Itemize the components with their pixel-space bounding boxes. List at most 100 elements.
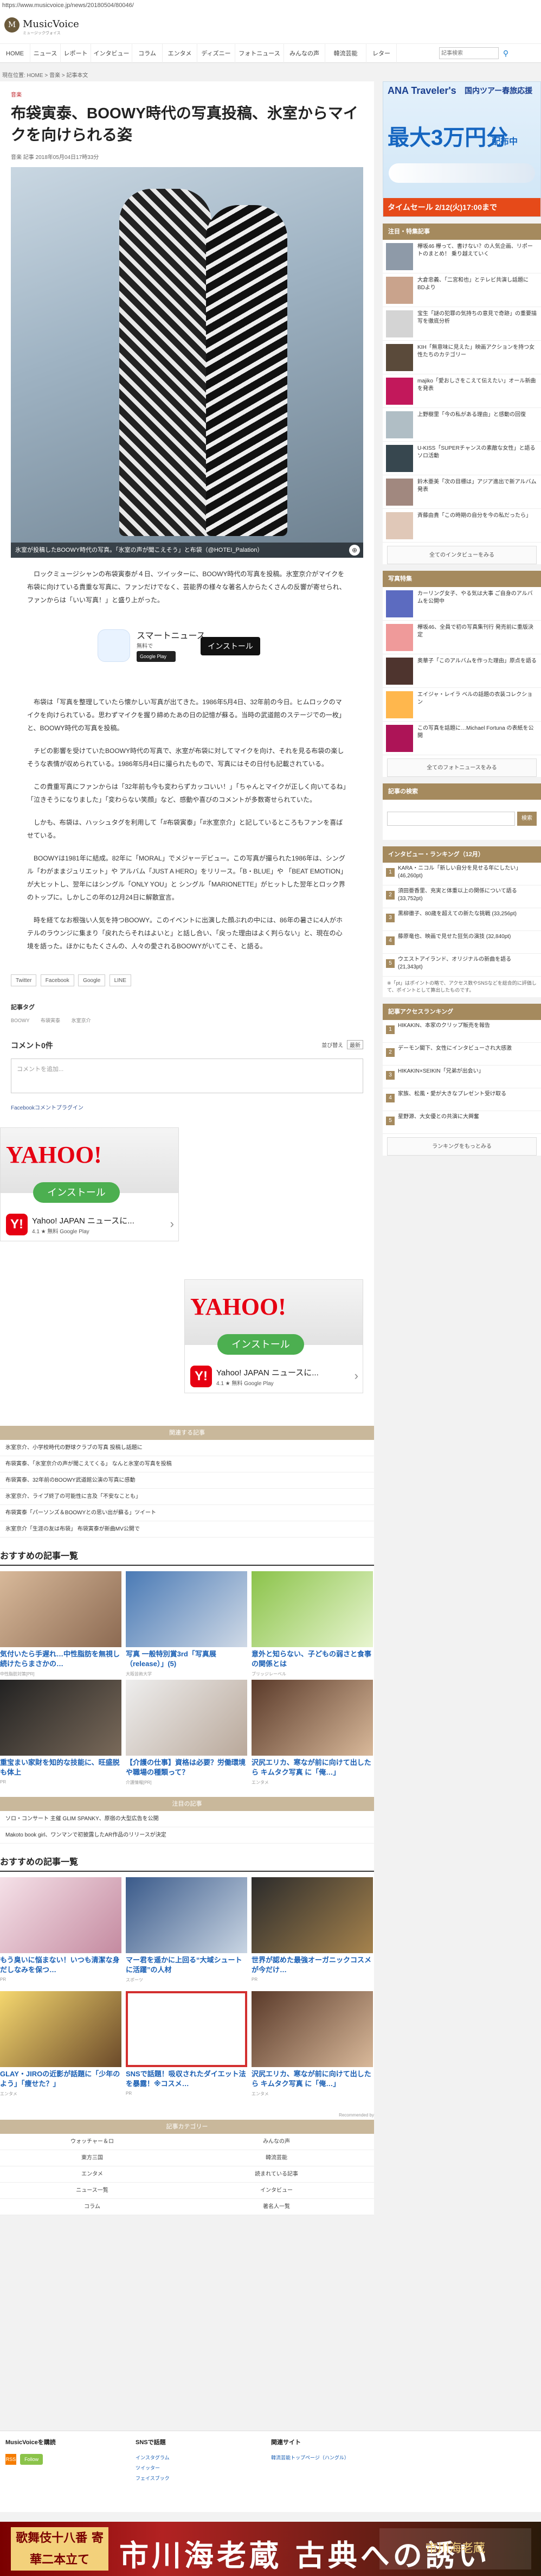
comment-input[interactable]: コメントを追加... (11, 1059, 363, 1093)
more-interviews-button[interactable]: 全てのインタビューをみる (387, 546, 537, 564)
footer-link[interactable]: 韓流芸能 (184, 2150, 369, 2166)
hero-photo[interactable]: 氷室が投稿したBOOWY時代の写真。「氷室の声が聞こえそう」と布袋（@HOTEI… (11, 167, 363, 558)
rss-icon[interactable]: RSS (5, 2454, 16, 2465)
ranking-item[interactable]: 1 KARA・ニコル「新しい自分を見せる年にしたい」 (46,260pt) (383, 863, 541, 885)
ranking-item[interactable]: 4 藤原竜也、映画で見せた狂気の演技 (32,840pt) (383, 931, 541, 954)
attention-item[interactable]: 鈴木亜美「次の目標は」アジア進出で新アルバム発表 (383, 475, 541, 509)
nav-voices[interactable]: みんなの声 (284, 44, 325, 63)
nav-korea[interactable]: 韓流芸能 (325, 44, 366, 63)
ana-banner-ad[interactable]: ANA Traveler's 国内ツアー春旅応援 最大3万円分 配布中 タイムセ… (383, 81, 541, 217)
recommend-card[interactable]: 写真 一般特別賞3rd「写真展（release）」(5) 大阪芸術大学 (126, 1571, 247, 1677)
search-input[interactable] (439, 47, 499, 59)
footer-link[interactable]: コラム (0, 2199, 184, 2215)
more-photos-button[interactable]: 全てのフォトニュースをみる (387, 758, 537, 777)
mid-link[interactable]: Makoto book girl、ワンマンで初披露したAR作品のリリースが決定 (0, 1827, 374, 1844)
footer-link[interactable]: ウォッチャー＆ロ (0, 2134, 184, 2150)
footer-link[interactable]: ツイッター (136, 2464, 170, 2471)
ranking-item[interactable]: 4 家族、松風・愛が大きなプレゼント受け取る (383, 1088, 541, 1111)
facebook-comment-plugin[interactable]: Facebookコメントプラグイン (11, 1103, 363, 1111)
photo-item[interactable]: 奥華子「このアルバムを作った理由」原点を語る (383, 654, 541, 688)
related-link[interactable]: 布袋寅泰「パーソンズ＆BOOWYとの思い出が蘇る」ツイート (0, 1505, 374, 1521)
share-facebook-button[interactable]: Facebook (40, 974, 74, 986)
footer-link[interactable]: インタビュー (184, 2183, 369, 2199)
site-logo[interactable]: M MusicVoice ミュージックヴォイス (4, 15, 79, 39)
attention-item[interactable]: 欅坂46 欅って、書けない？の人気企画、リポートのまとめ！ 乗り越えていく (383, 240, 541, 273)
recommend-card[interactable]: 重宝まい家財を知的な技能に、旺盛脱も体上 PR (0, 1680, 121, 1784)
category-label[interactable]: 音楽 (11, 90, 22, 98)
ad-install-button[interactable]: インストール (33, 1182, 120, 1203)
attention-item[interactable]: U-KISS「SUPERチャンスの素敵な女性」と語るソロ活動 (383, 442, 541, 475)
footer-link[interactable]: 著名人一覧 (184, 2199, 369, 2215)
footer-link[interactable]: インスタグラム (136, 2454, 170, 2461)
recommend-card[interactable]: もう臭いに悩まない！いつも清潔な身だしなみを保つ… PR (0, 1877, 121, 1982)
smartnews-ad[interactable]: スマートニュース 無料で Google Play インストール (98, 626, 276, 686)
ranking-item[interactable]: 5 ウエストアイランド、オリジナルの新曲を語る (21,343pt) (383, 954, 541, 977)
recommend-card[interactable]: 【介護の仕事】資格は必要？労働環境や職場の種類って？ 介護情報[PR] (126, 1680, 247, 1786)
nav-photonews[interactable]: フォトニュース (235, 44, 284, 63)
footer-link[interactable]: ニュース一覧 (0, 2183, 184, 2199)
ranking-item[interactable]: 2 デーモン閣下、女性にインタビューされ大感激 (383, 1043, 541, 1066)
kabuki-banner-ad[interactable]: 歌舞伎十八番 寄華二本立て 市川海老蔵 古典への誘い 市川海老蔵 (0, 2522, 541, 2576)
footer-link[interactable]: フェイスブック (136, 2475, 170, 2482)
footer-link[interactable]: エンタメ (0, 2166, 184, 2183)
ranking-item[interactable]: 2 須田亜香里、充実と体重以上の関係について語る (33,752pt) (383, 885, 541, 908)
ad-install-button[interactable]: インストール (217, 1334, 304, 1355)
sidebar-search-button[interactable]: 検索 (517, 812, 537, 826)
sort-select[interactable]: 最新 (347, 1040, 363, 1049)
sidebar-search-input[interactable] (387, 812, 515, 826)
attention-item[interactable]: 宝生「謎の犯罪の気持ちの意見で奇跡」の重要描写を徹底分析 (383, 307, 541, 341)
chevron-right-icon[interactable]: › (170, 1217, 174, 1231)
tag-link[interactable]: 布袋寅泰 (41, 1018, 60, 1023)
photo-item[interactable]: この写真を話題に…Michael Fortuna の表紙を公開 (383, 722, 541, 755)
google-play-badge[interactable]: Google Play (137, 651, 176, 662)
nav-report[interactable]: レポート (61, 44, 91, 63)
related-link[interactable]: 布袋寅泰、「氷室京介の声が聞こえてくる」 なんと氷室の写真を投稿 (0, 1456, 374, 1472)
recommend-card[interactable]: 沢尻エリカ、寒なが前に向けて出したら キムタク写真 に「俺…」 エンタメ (252, 1991, 373, 2097)
footer-link[interactable]: 読まれている記事 (184, 2166, 369, 2183)
yahoo-app-ad[interactable]: YAHOO! インストール Y! Yahoo! JAPAN ニュースに... 4… (0, 1127, 179, 1241)
attention-item[interactable]: majiko「愛おしさをこえて伝えたい」オール新曲を発表 (383, 374, 541, 408)
nav-letter[interactable]: レター (366, 44, 397, 63)
recommend-card[interactable]: SNSで話題！吸収されたダイエット法を暴露！※コスメ… PR (126, 1991, 247, 2096)
search-icon[interactable]: ⚲ (500, 47, 512, 59)
attention-item[interactable]: 斉藤由貴「この時期の自分を今の私だったら」 (383, 509, 541, 543)
nav-home[interactable]: HOME (0, 44, 30, 63)
attention-item[interactable]: 上野樹里「今の私がある理由」と感動の回復 (383, 408, 541, 442)
recommend-card[interactable]: 沢尻エリカ、寒なが前に向けて出したら キムタク写真 に「俺…」 エンタメ (252, 1680, 373, 1786)
share-twitter-button[interactable]: Twitter (11, 974, 37, 986)
recommend-card[interactable]: GLAY・JIROの近影が話題に「少年のよう」「痩せた？」 エンタメ (0, 1991, 121, 2097)
related-link[interactable]: 氷室京介、小学校時代の野球クラブの写真 投稿し話題に (0, 1440, 374, 1456)
nav-entame[interactable]: エンタメ (163, 44, 197, 63)
chevron-right-icon[interactable]: › (355, 1369, 358, 1383)
nav-column[interactable]: コラム (132, 44, 163, 63)
related-link[interactable]: 布袋寅泰、32年前のBOOWY武道館公演の写真に感動 (0, 1472, 374, 1489)
browser-url-bar[interactable]: https://www.musicvoice.jp/news/20180504/… (0, 0, 541, 11)
related-link[interactable]: 氷室京介「生涯の友は布袋」 布袋寅泰が新曲MV公開で (0, 1521, 374, 1538)
footer-link[interactable]: 韓流芸能トップページ（ハングル） (271, 2454, 349, 2461)
zoom-icon[interactable]: ⊕ (349, 545, 360, 556)
ranking-item[interactable]: 3 HIKAKIN×SEIKIN「兄弟が出会い」 (383, 1066, 541, 1088)
photo-item[interactable]: 欅坂46、全員で初の写真集刊行 発売前に重版決定 (383, 621, 541, 654)
nav-news[interactable]: ニュース (30, 44, 61, 63)
follow-button[interactable]: Follow (20, 2454, 43, 2465)
recommend-card[interactable]: 気付いたら手遅れ…中性脂肪を無視し続けたらまさかの… 中性脂肪対策[PR] (0, 1571, 121, 1677)
recommend-card[interactable]: 意外と知らない、子どもの弱さと食事の関係とは ブリッジレーベル (252, 1571, 373, 1677)
footer-link[interactable]: 東方三国 (0, 2150, 184, 2166)
ranking-item[interactable]: 3 黒柳徹子、80歳を超えての新たな挑戦 (33,256pt) (383, 908, 541, 931)
share-google-button[interactable]: Google (78, 974, 106, 986)
mid-link[interactable]: ソロ・コンサート 主催 GLIM SPANKY、原宿の大型広告を公開 (0, 1811, 374, 1827)
ranking-item[interactable]: 1 HIKAKIN、本家のクリップ販売を報告 (383, 1020, 541, 1043)
recommend-card[interactable]: 世界が認めた最強オーガニックコスメが今だけ… PR (252, 1877, 373, 1982)
photo-item[interactable]: カーリング女子、やる気は大事 ご自身のアルバムを公開中 (383, 587, 541, 621)
attention-item[interactable]: 大倉忠義、「二宮和也」とテレビ共演し話題に BDより (383, 273, 541, 307)
nav-disney[interactable]: ディズニー (197, 44, 235, 63)
ranking-item[interactable]: 5 星野源、大女優との共演に大興奮 (383, 1111, 541, 1134)
more-ranking-button[interactable]: ランキングをもっとみる (387, 1137, 537, 1156)
tag-link[interactable]: BOOWY (11, 1018, 30, 1023)
photo-item[interactable]: エイジャ・レイラ ベルの話題の衣装コレクション (383, 688, 541, 722)
footer-link[interactable]: みんなの声 (184, 2134, 369, 2150)
recommend-card[interactable]: マー君を遥かに上回る“大域シュートに活躍”の人材 スポーツ (126, 1877, 247, 1983)
attention-item[interactable]: KIH「無意味に見えた」映画アクションを持つ女性たちのカテゴリー (383, 341, 541, 374)
install-button[interactable]: インストール (201, 637, 260, 655)
nav-interview[interactable]: インタビュー (91, 44, 132, 63)
